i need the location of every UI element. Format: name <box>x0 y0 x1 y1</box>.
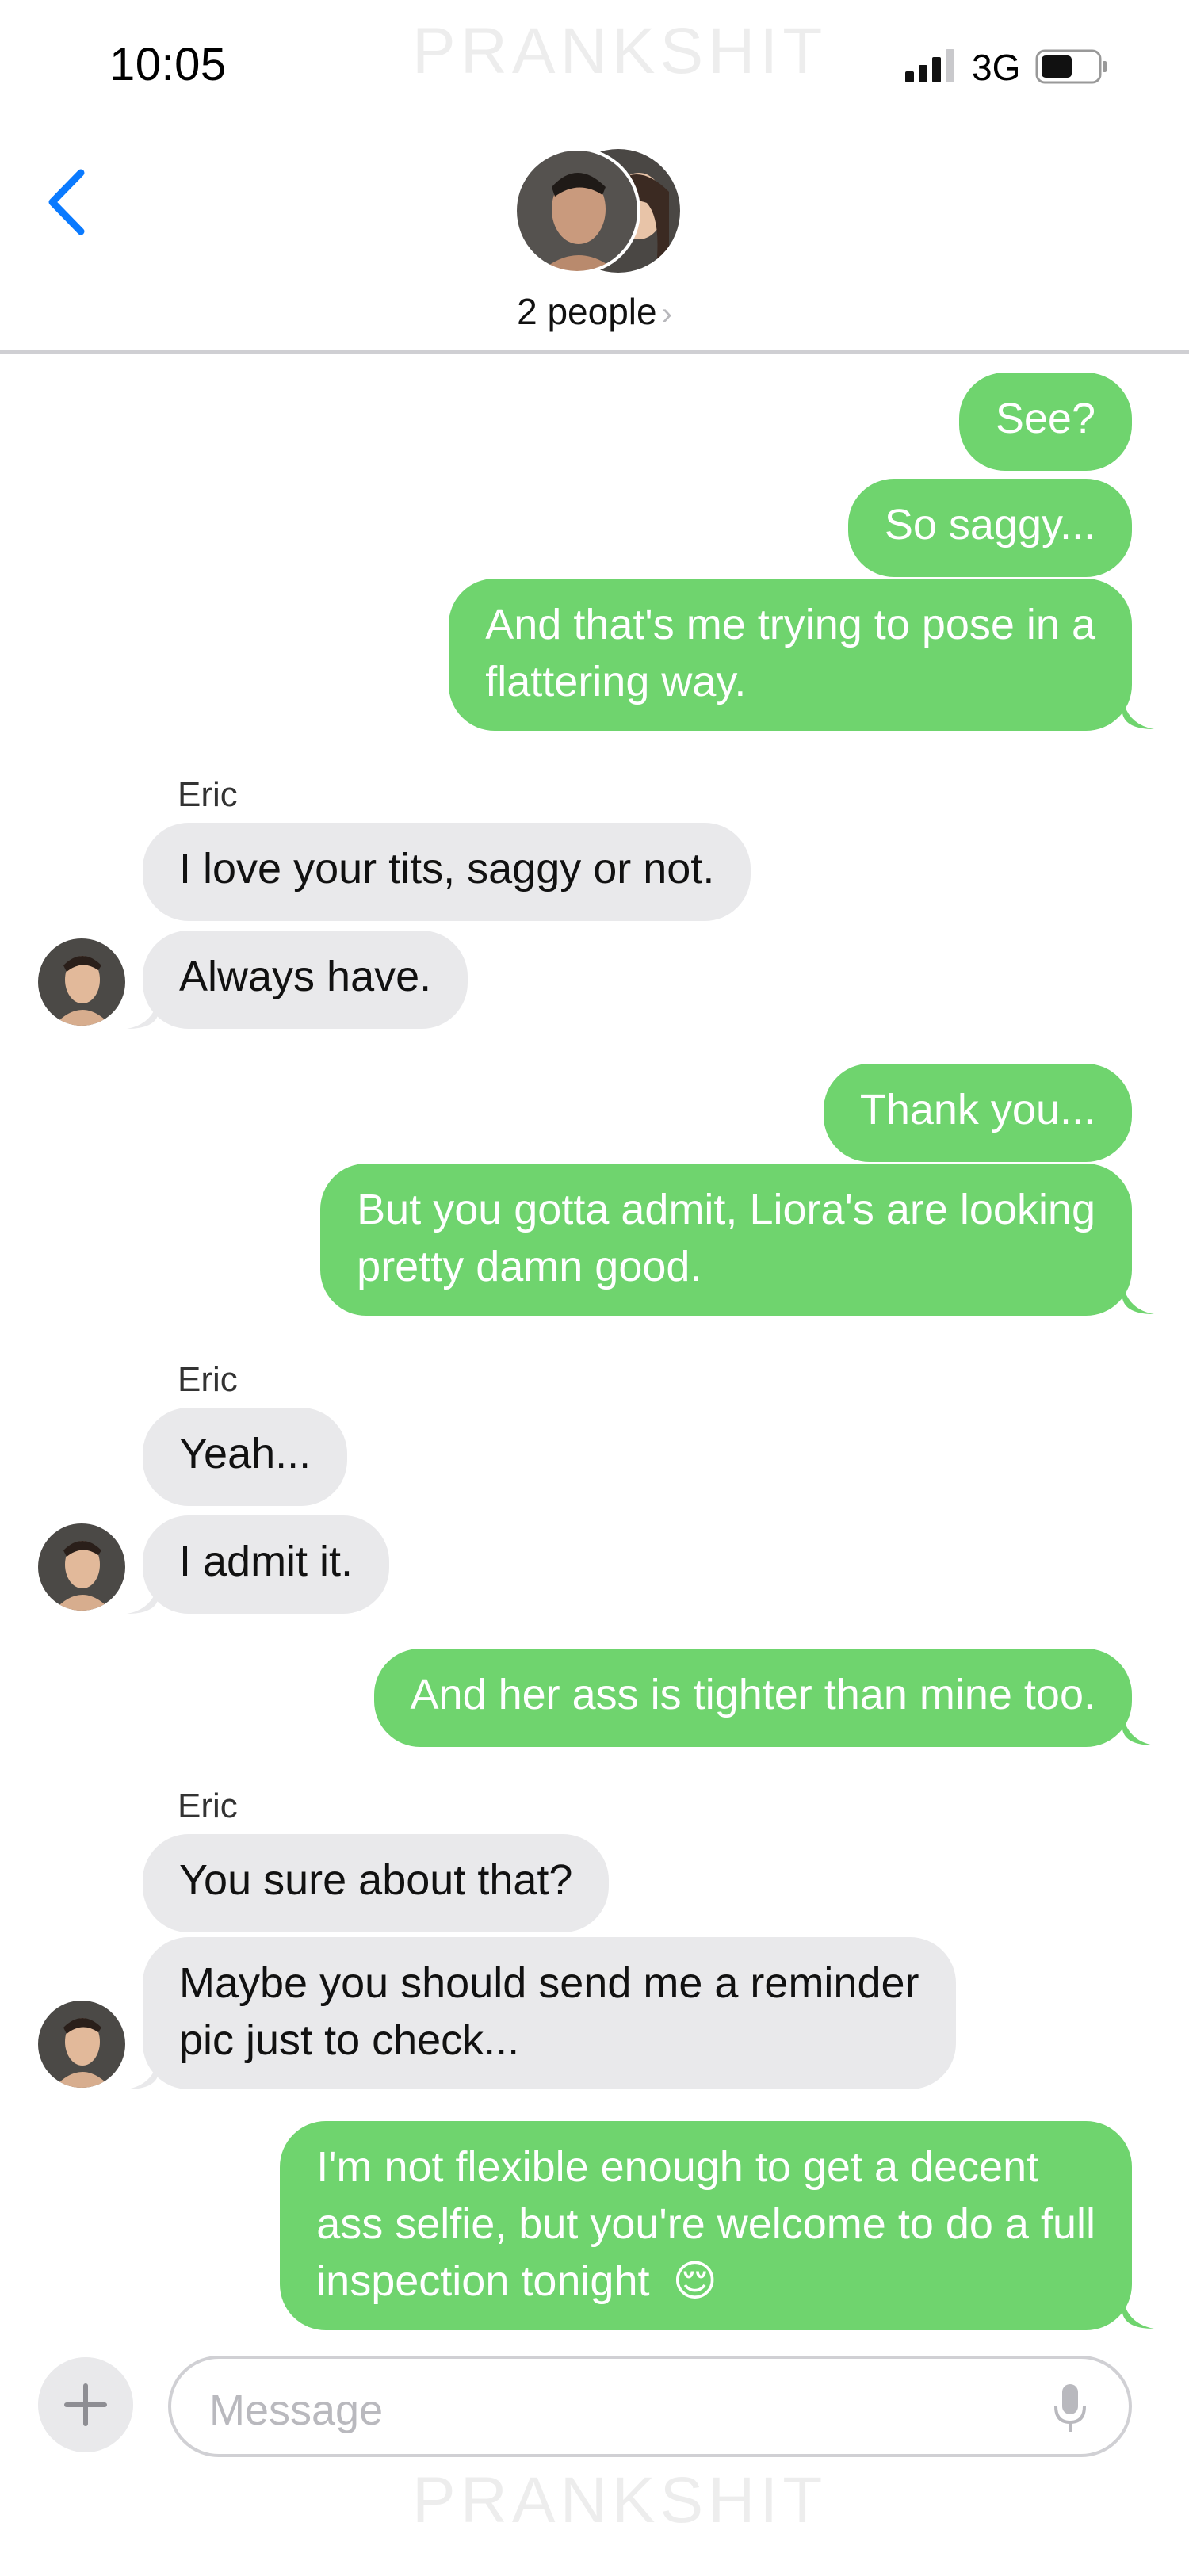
outgoing-message[interactable]: And that's me trying to pose in a flatte… <box>449 579 1132 731</box>
eric-avatar[interactable] <box>38 1523 125 1611</box>
network-type: 3G <box>972 47 1021 88</box>
eric-avatar[interactable] <box>38 938 125 1026</box>
message-line: inspection tonight <box>316 2257 650 2305</box>
outgoing-message[interactable]: But you gotta admit, Liora's are looking… <box>320 1164 1132 1316</box>
outgoing-message[interactable]: And her ass is tighter than mine too. <box>373 1649 1132 1747</box>
bubble-tail <box>127 2058 159 2089</box>
bubble-tail <box>1122 2297 1154 2329</box>
message-input-placeholder[interactable]: Message <box>209 2386 383 2435</box>
message-text: You sure about that? <box>179 1856 573 1904</box>
watermark-top: PRANKSHIT <box>412 15 828 87</box>
sender-name: Eric <box>178 775 238 814</box>
message-line: But you gotta admit, Liora's are looking <box>357 1186 1095 1233</box>
chevron-right-icon: › <box>661 296 672 331</box>
group-label-text[interactable]: 2 people <box>517 291 657 332</box>
relieved-face-emoji: 😌 <box>672 2257 717 2305</box>
message-line: pretty damn good. <box>357 1243 702 1290</box>
message-input[interactable]: Message <box>168 2356 1132 2457</box>
incoming-message[interactable]: Always have. <box>143 931 468 1029</box>
message-text: Yeah... <box>179 1430 312 1477</box>
bubble-tail <box>1122 1714 1154 1745</box>
back-chevron-icon[interactable] <box>46 168 87 236</box>
message-text: And her ass is tighter than mine too. <box>410 1671 1095 1718</box>
message-line: I'm not flexible enough to get a decent <box>316 2143 1039 2191</box>
bubble-tail <box>127 1582 159 1614</box>
message-line: ass selfie, but you're welcome to do a f… <box>316 2200 1095 2248</box>
message-line: And that's me trying to pose in a <box>485 601 1095 648</box>
message-line-with-emoji: inspection tonight 😌 <box>316 2253 1095 2310</box>
add-attachment-button[interactable] <box>38 2357 133 2452</box>
microphone-icon[interactable] <box>1053 2383 1088 2435</box>
message-line: flattering way. <box>485 658 747 705</box>
message-text: I love your tits, saggy or not. <box>179 845 715 892</box>
signal-strength-icon <box>905 49 954 82</box>
message-text: Thank you... <box>859 1086 1095 1133</box>
message-text: Always have. <box>179 953 432 1000</box>
message-line: pic just to check... <box>179 2016 520 2064</box>
bubble-tail <box>127 997 159 1029</box>
outgoing-message[interactable]: Thank you... <box>823 1064 1132 1162</box>
incoming-message[interactable]: I admit it. <box>143 1515 390 1614</box>
group-label[interactable]: 2 people › <box>0 290 1189 333</box>
bubble-tail <box>1122 1282 1154 1314</box>
message-text: I admit it. <box>179 1538 354 1585</box>
eric-avatar[interactable] <box>38 2001 125 2088</box>
message-text: See? <box>995 395 1095 442</box>
outgoing-message[interactable]: I'm not flexible enough to get a decent … <box>280 2121 1132 2330</box>
battery-icon <box>1035 49 1107 84</box>
incoming-message[interactable]: I love your tits, saggy or not. <box>143 823 751 921</box>
message-text: So saggy... <box>884 501 1095 548</box>
status-time: 10:05 <box>109 39 227 90</box>
header-divider <box>0 350 1189 354</box>
watermark-bottom: PRANKSHIT <box>412 2464 828 2536</box>
message-line: Maybe you should send me a reminder <box>179 1959 919 2007</box>
incoming-message[interactable]: Yeah... <box>143 1408 348 1506</box>
outgoing-message[interactable]: So saggy... <box>847 479 1132 577</box>
incoming-message[interactable]: Maybe you should send me a reminder pic … <box>143 1937 956 2089</box>
sender-name: Eric <box>178 1360 238 1399</box>
outgoing-message[interactable]: See? <box>958 373 1132 471</box>
group-avatar-icon[interactable] <box>514 147 683 274</box>
incoming-message[interactable]: You sure about that? <box>143 1834 610 1932</box>
bubble-tail <box>1122 698 1154 729</box>
sender-name: Eric <box>178 1787 238 1825</box>
